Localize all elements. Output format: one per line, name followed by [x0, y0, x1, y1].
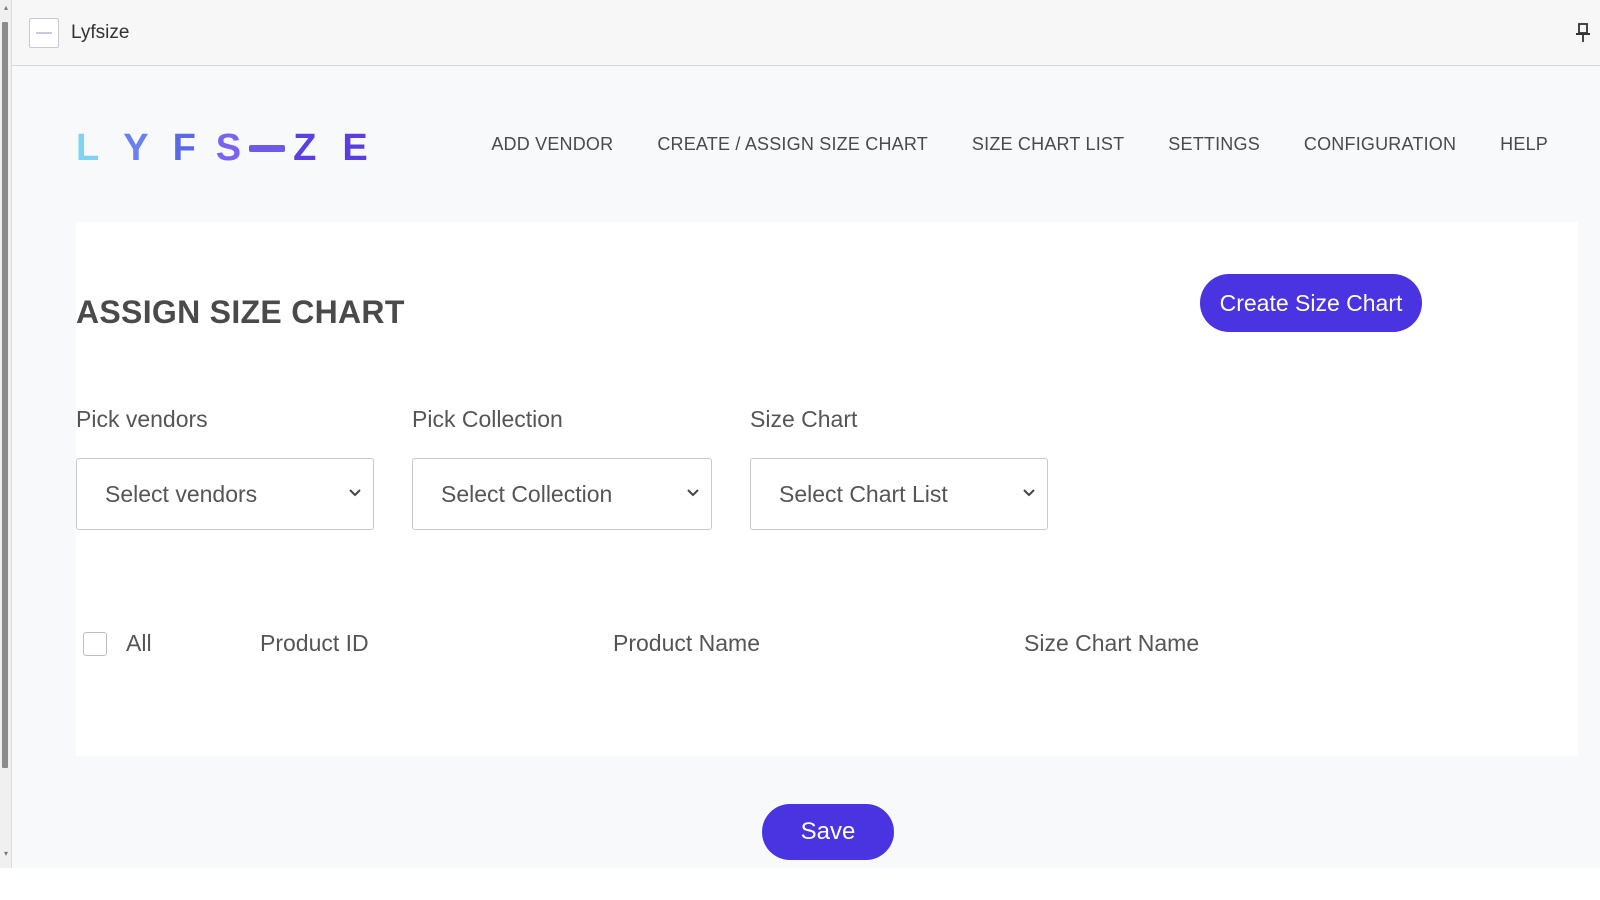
window-title: Lyfsize: [71, 21, 130, 43]
vertical-scrollbar[interactable]: ▴ ▾: [0, 0, 12, 868]
app-header: L Y F S Z E ADD VENDOR CREATE / ASSIGN S…: [12, 66, 1600, 216]
column-product-id: Product ID: [260, 630, 369, 656]
collection-label: Pick Collection: [412, 406, 563, 432]
chevron-down-icon: [349, 489, 361, 497]
nav-add-vendor[interactable]: ADD VENDOR: [491, 134, 613, 155]
nav-help[interactable]: HELP: [1500, 134, 1548, 155]
save-button[interactable]: Save: [762, 804, 894, 860]
logo-letter: Z: [293, 126, 317, 169]
nav-size-chart-list[interactable]: SIZE CHART LIST: [972, 134, 1124, 155]
page-title: ASSIGN SIZE CHART: [76, 294, 405, 330]
product-table-header: All Product ID Product Name Size Chart N…: [76, 626, 1476, 666]
vendors-label: Pick vendors: [76, 406, 208, 432]
nav-settings[interactable]: SETTINGS: [1168, 134, 1260, 155]
select-all-checkbox[interactable]: [83, 632, 107, 656]
logo-letter: E: [342, 126, 368, 169]
collection-select-value: Select Collection: [441, 480, 613, 507]
nav-configuration[interactable]: CONFIGURATION: [1304, 134, 1456, 155]
size-chart-select[interactable]: Select Chart List: [750, 458, 1048, 530]
column-size-chart-name: Size Chart Name: [1024, 630, 1200, 656]
nav-create-assign-size-chart[interactable]: CREATE / ASSIGN SIZE CHART: [657, 134, 928, 155]
logo-letter: F: [172, 126, 196, 169]
chevron-down-icon: [687, 489, 699, 497]
size-chart-label: Size Chart: [750, 406, 858, 432]
vendors-select[interactable]: Select vendors: [76, 458, 374, 530]
create-size-chart-button[interactable]: Create Size Chart: [1200, 274, 1422, 332]
lyfsize-logo[interactable]: L Y F S Z E: [76, 126, 368, 170]
window-titlebar: Lyfsize: [12, 0, 1600, 66]
logo-letter: Y: [123, 126, 149, 169]
logo-ruler-mark: [249, 144, 286, 152]
assign-size-chart-card: ASSIGN SIZE CHART Create Size Chart Pick…: [76, 222, 1578, 756]
vendors-select-value: Select vendors: [105, 480, 258, 507]
chevron-down-icon: [1023, 489, 1035, 497]
logo-letter: L: [76, 126, 100, 169]
app-icon: [29, 17, 59, 48]
size-chart-select-value: Select Chart List: [779, 480, 948, 507]
collection-select[interactable]: Select Collection: [412, 458, 712, 530]
pin-icon[interactable]: [1574, 22, 1592, 44]
scrollbar-thumb[interactable]: [2, 22, 8, 768]
scroll-up-icon[interactable]: ▴: [0, 2, 12, 14]
column-product-name: Product Name: [613, 630, 761, 656]
logo-letter: S: [215, 126, 242, 169]
scroll-down-icon[interactable]: ▾: [0, 848, 12, 860]
select-all-label: All: [126, 630, 152, 656]
main-nav: ADD VENDOR CREATE / ASSIGN SIZE CHART SI…: [447, 134, 1548, 155]
page-bottom-margin: [0, 868, 1600, 900]
